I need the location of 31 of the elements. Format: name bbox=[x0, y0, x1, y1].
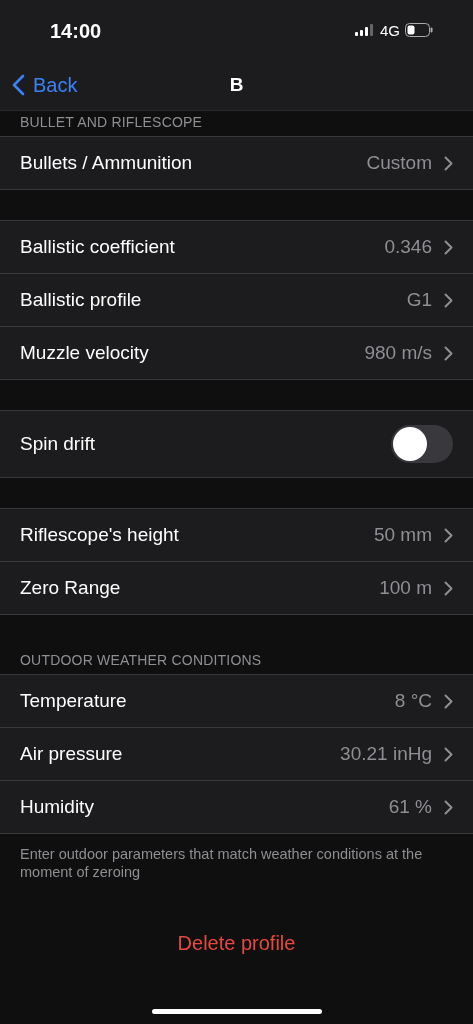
network-label: 4G bbox=[380, 21, 400, 39]
settings-row[interactable]: Humidity 61 % bbox=[0, 781, 473, 833]
settings-row[interactable]: Muzzle velocity 980 m/s bbox=[0, 327, 473, 379]
section-header: OUTDOOR WEATHER CONDITIONS bbox=[19, 651, 263, 670]
section-footer: Enter outdoor parameters that match weather conditions at the moment of zeroing bbox=[0, 834, 473, 881]
nav-title: B bbox=[229, 74, 244, 96]
chevron-right-icon bbox=[444, 799, 453, 815]
chevron-left-icon bbox=[12, 74, 25, 96]
chevron-right-icon bbox=[444, 527, 453, 543]
settings-row[interactable]: Ballistic coefficient 0.346 bbox=[0, 221, 473, 274]
settings-row[interactable]: Air pressure 30.21 inHg bbox=[0, 728, 473, 781]
chevron-right-icon bbox=[444, 155, 453, 171]
chevron-right-icon bbox=[444, 239, 453, 255]
settings-row[interactable]: Temperature 8 °C bbox=[0, 675, 473, 728]
back-button[interactable]: Back bbox=[0, 73, 78, 97]
signal-icon bbox=[355, 24, 375, 36]
settings-row[interactable]: Riflescope's height 50 mm bbox=[0, 509, 473, 562]
settings-row[interactable]: Bullets / Ammunition Custom bbox=[0, 137, 473, 189]
chevron-right-icon bbox=[444, 292, 453, 308]
chevron-right-icon bbox=[444, 693, 453, 709]
delete-profile-button[interactable]: Delete profile bbox=[171, 931, 302, 956]
settings-row[interactable]: Zero Range 100 m bbox=[0, 562, 473, 614]
chevron-right-icon bbox=[444, 746, 453, 762]
section-header: BULLET AND RIFLESCOPE bbox=[19, 113, 204, 132]
battery-icon bbox=[405, 23, 433, 37]
chevron-right-icon bbox=[444, 580, 453, 596]
chevron-right-icon bbox=[444, 345, 453, 361]
status-time: 14:00 bbox=[50, 19, 102, 43]
row-label: Spin drift bbox=[20, 433, 96, 455]
toggle-switch[interactable] bbox=[391, 425, 453, 463]
settings-row[interactable]: Ballistic profile G1 bbox=[0, 274, 473, 327]
